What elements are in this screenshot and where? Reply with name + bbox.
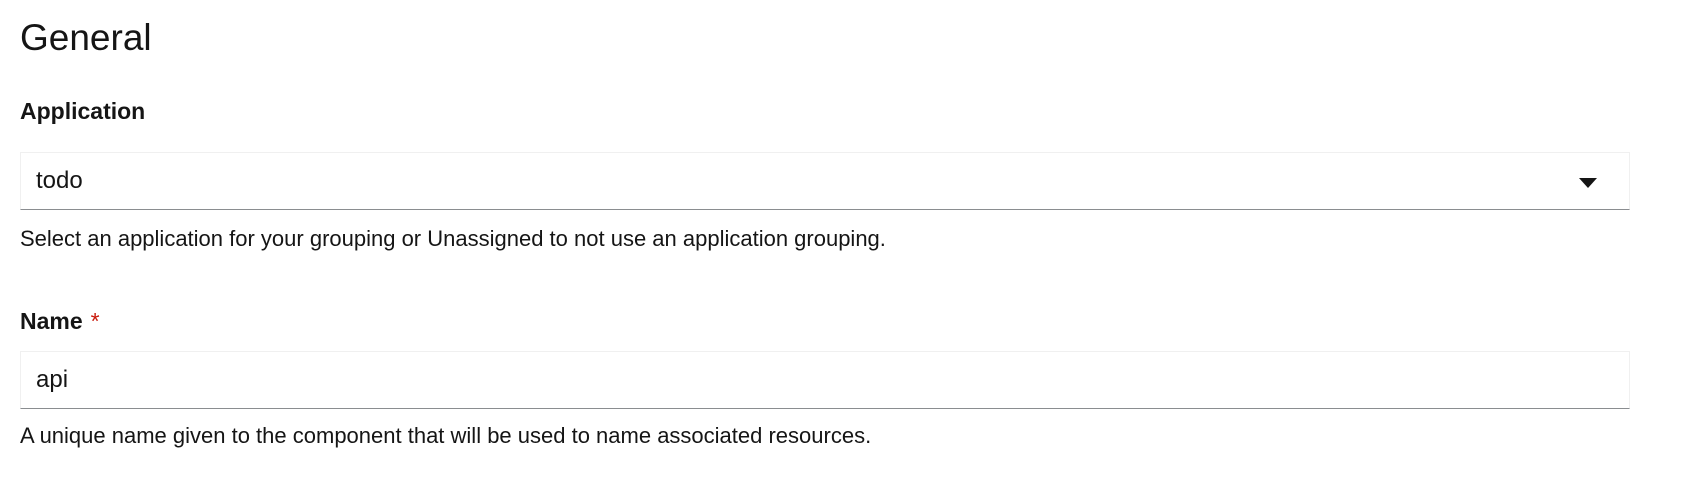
name-label-text: Name bbox=[20, 308, 83, 334]
name-label: Name * bbox=[20, 306, 100, 336]
application-label-text: Application bbox=[20, 98, 146, 124]
required-asterisk: * bbox=[90, 308, 100, 334]
name-field bbox=[20, 351, 1630, 409]
application-selected-value: todo bbox=[36, 167, 83, 194]
caret-down-icon bbox=[1579, 178, 1597, 188]
application-helper-text: Select an application for your grouping … bbox=[20, 226, 886, 251]
section-title: General bbox=[20, 17, 152, 58]
name-helper-text: A unique name given to the component tha… bbox=[20, 423, 872, 448]
application-select[interactable]: todo bbox=[20, 152, 1630, 210]
name-input[interactable] bbox=[36, 362, 1596, 398]
application-label: Application bbox=[20, 96, 145, 126]
